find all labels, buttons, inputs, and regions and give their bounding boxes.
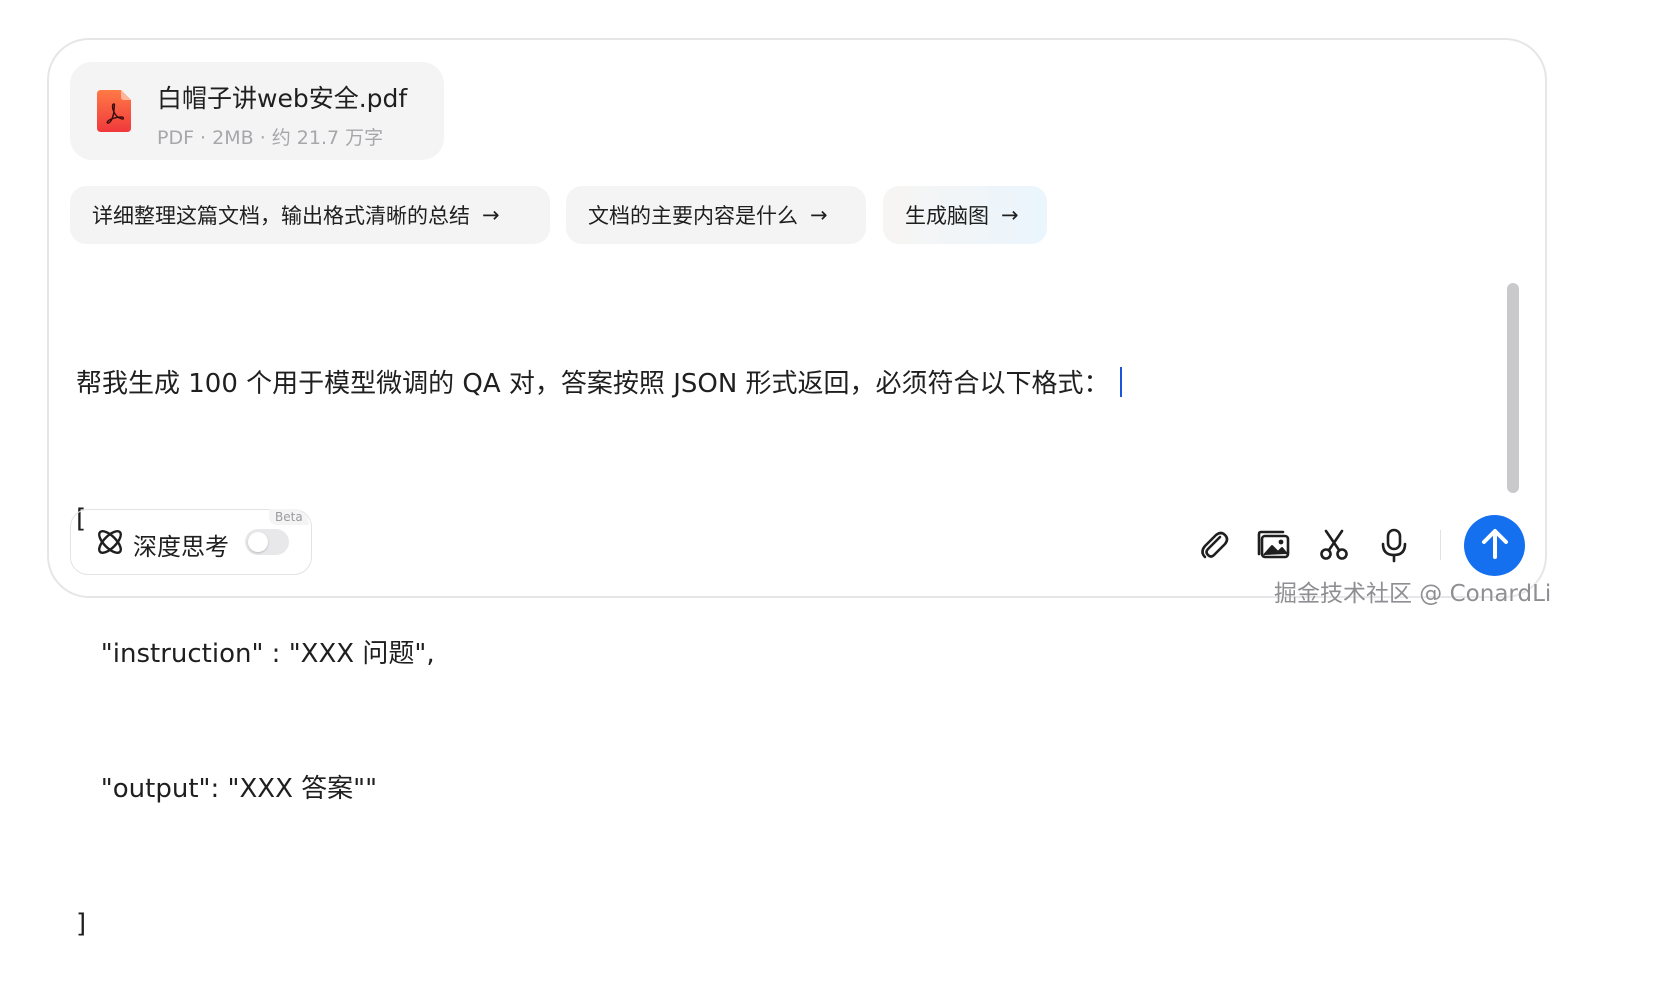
- paperclip-icon: [1196, 531, 1232, 567]
- deep-think-switch[interactable]: [245, 529, 289, 555]
- arrow-up-icon: [1477, 526, 1513, 566]
- attached-file-card[interactable]: 白帽子讲web安全.pdf PDF · 2MB · 约 21.7 万字: [70, 62, 444, 160]
- toolbar-divider: [1440, 530, 1441, 560]
- text-caret: [1119, 367, 1122, 397]
- suggestion-label: 文档的主要内容是什么: [588, 204, 798, 228]
- deep-think-toggle[interactable]: 深度思考 Beta: [70, 509, 312, 575]
- suggestion-label: 生成脑图: [905, 204, 989, 228]
- prompt-line: 帮我生成 100 个用于模型微调的 QA 对，答案按照 JSON 形式返回，必须…: [76, 362, 1476, 407]
- arrow-right-icon: →: [482, 203, 500, 227]
- prompt-line: "output": "XXX 答案"": [76, 774, 378, 804]
- image-upload-button[interactable]: [1256, 527, 1292, 563]
- watermark: 掘金技术社区 @ ConardLi: [1274, 581, 1552, 607]
- switch-knob: [248, 532, 268, 552]
- microphone-icon: [1376, 528, 1412, 567]
- editor-scrollbar[interactable]: [1507, 283, 1519, 493]
- arrow-right-icon: →: [1001, 203, 1019, 227]
- arrow-right-icon: →: [810, 203, 828, 227]
- file-name: 白帽子讲web安全.pdf: [157, 84, 408, 113]
- prompt-line: ]: [76, 909, 87, 939]
- send-button[interactable]: [1464, 515, 1525, 576]
- deep-think-label: 深度思考: [133, 533, 229, 561]
- image-icon: [1256, 530, 1292, 567]
- suggestion-chip-summary[interactable]: 详细整理这篇文档，输出格式清晰的总结 →: [70, 186, 550, 244]
- file-meta: PDF · 2MB · 约 21.7 万字: [157, 127, 384, 149]
- voice-input-button[interactable]: [1376, 527, 1412, 563]
- screenshot-button[interactable]: [1316, 527, 1352, 563]
- suggestion-chip-mindmap[interactable]: 生成脑图 →: [883, 186, 1047, 244]
- suggestion-chip-main-content[interactable]: 文档的主要内容是什么 →: [566, 186, 866, 244]
- prompt-input[interactable]: 帮我生成 100 个用于模型微调的 QA 对，答案按照 JSON 形式返回，必须…: [76, 272, 1476, 992]
- beta-badge: Beta: [269, 509, 309, 525]
- suggestion-label: 详细整理这篇文档，输出格式清晰的总结: [92, 204, 470, 228]
- atom-icon: [94, 526, 126, 558]
- prompt-line: "instruction" : "XXX 问题",: [76, 639, 435, 669]
- pdf-file-icon: [97, 90, 131, 132]
- attach-button[interactable]: [1196, 527, 1232, 563]
- scissors-icon: [1316, 529, 1352, 567]
